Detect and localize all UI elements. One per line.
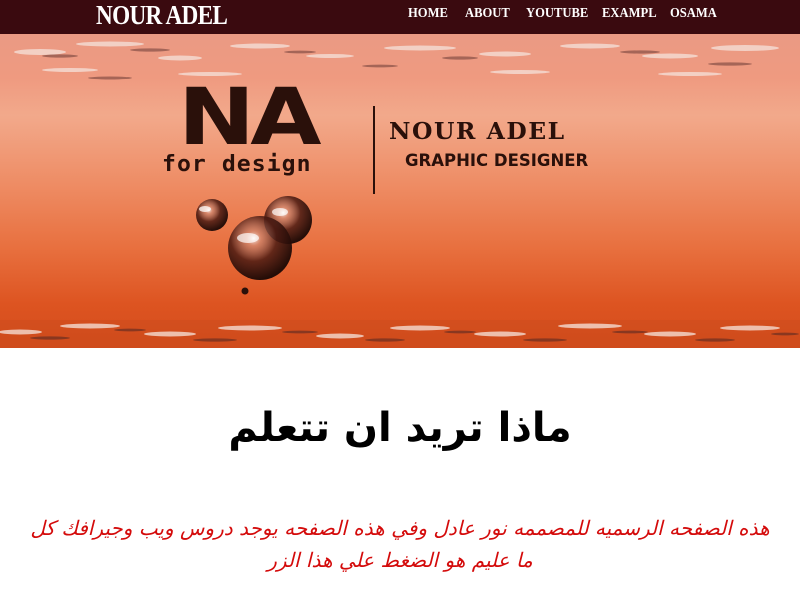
bottom-foam-texture <box>0 320 800 348</box>
hero-banner: NA for design NOUR ADEL GRAPHIC DESIGNER <box>0 34 800 348</box>
nav-link-about[interactable]: ABOUT <box>465 0 510 28</box>
designer-name: NOUR ADEL <box>389 118 566 145</box>
top-navbar: NOUR ADEL HOME ABOUT YOUTUBE EXAMPL OSAM… <box>0 0 800 34</box>
section-heading: ماذا تريد ان تتعلم <box>228 405 572 451</box>
designer-role: GRAPHIC DESIGNER <box>405 151 589 170</box>
top-foam-texture <box>14 41 779 76</box>
nav-link-exampl[interactable]: EXAMPL <box>602 0 657 28</box>
nav-link-osama[interactable]: OSAMA <box>670 0 717 28</box>
nav-link-youtube[interactable]: YOUTUBE <box>526 0 588 28</box>
hero-background-art <box>0 41 800 348</box>
nav-link-home[interactable]: HOME <box>408 0 448 28</box>
nav-links: HOME ABOUT YOUTUBE EXAMPL OSAMA <box>0 0 800 30</box>
logo-tagline: for design <box>162 152 312 177</box>
logo-mark: NA <box>178 73 322 163</box>
logo-divider <box>373 106 375 194</box>
intro-paragraph: هذه الصفحه الرسميه للمصممه نور عادل وفي … <box>30 516 770 572</box>
bubbles-graphic <box>196 196 312 295</box>
